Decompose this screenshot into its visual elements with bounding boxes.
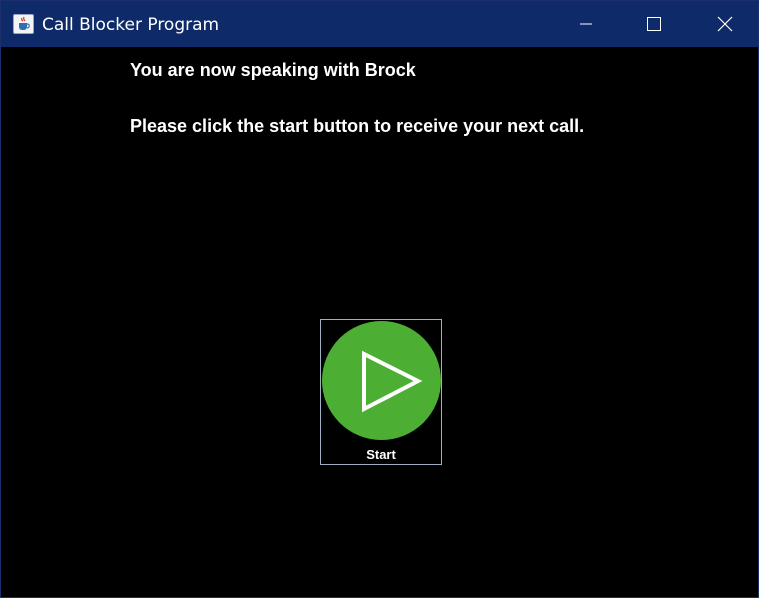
start-button[interactable]: Start (320, 319, 442, 465)
window-title: Call Blocker Program (42, 15, 220, 35)
minimize-icon (580, 23, 592, 25)
play-icon (362, 350, 423, 413)
close-button[interactable] (702, 1, 748, 47)
start-label: Start (366, 447, 396, 462)
app-window: Call Blocker Program You are now speakin… (0, 0, 759, 598)
instruction-text: Please click the start button to receive… (130, 116, 585, 136)
speaking-with-text: You are now speaking with Brock (130, 60, 416, 80)
start-circle[interactable] (322, 321, 441, 440)
minimize-button[interactable] (563, 1, 609, 47)
java-cup-icon (13, 14, 34, 34)
maximize-button[interactable] (631, 1, 677, 47)
maximize-icon (647, 17, 661, 31)
title-bar[interactable]: Call Blocker Program (1, 1, 758, 47)
close-icon (717, 16, 733, 32)
